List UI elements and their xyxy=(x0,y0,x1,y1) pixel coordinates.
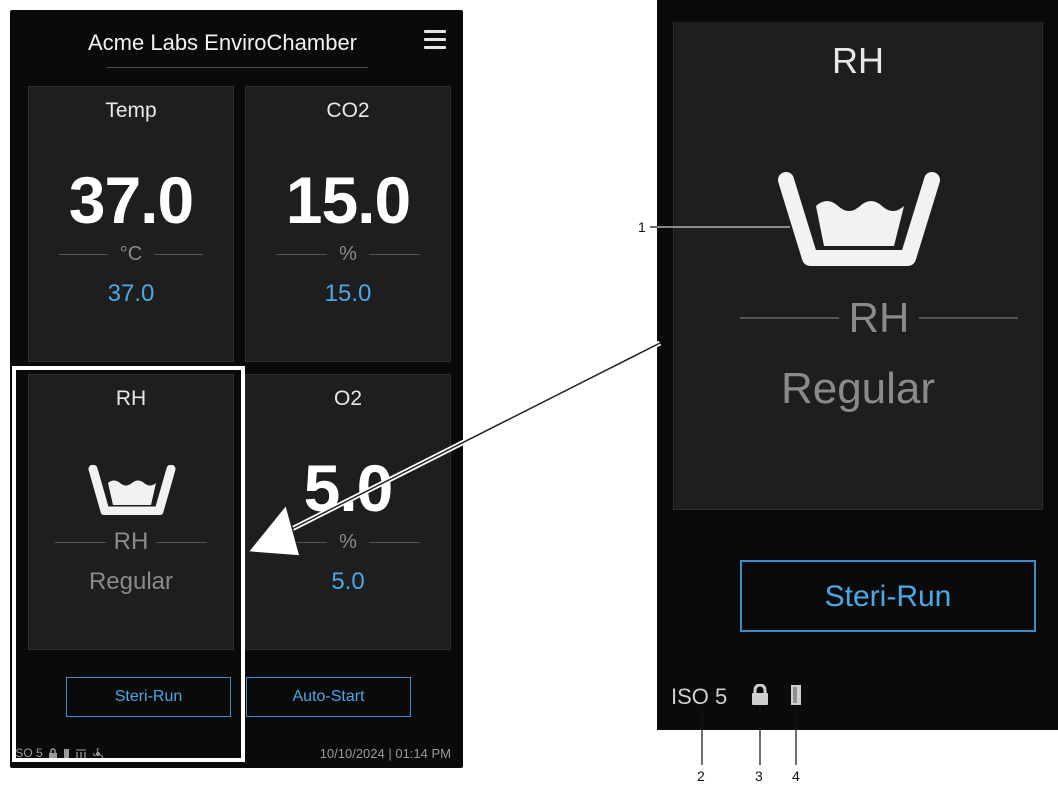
annotation-overlay xyxy=(246,226,797,765)
callout-3: 3 xyxy=(755,768,763,784)
callout-1: 1 xyxy=(638,219,646,235)
callout-4: 4 xyxy=(792,768,800,784)
callout-2: 2 xyxy=(697,768,705,784)
